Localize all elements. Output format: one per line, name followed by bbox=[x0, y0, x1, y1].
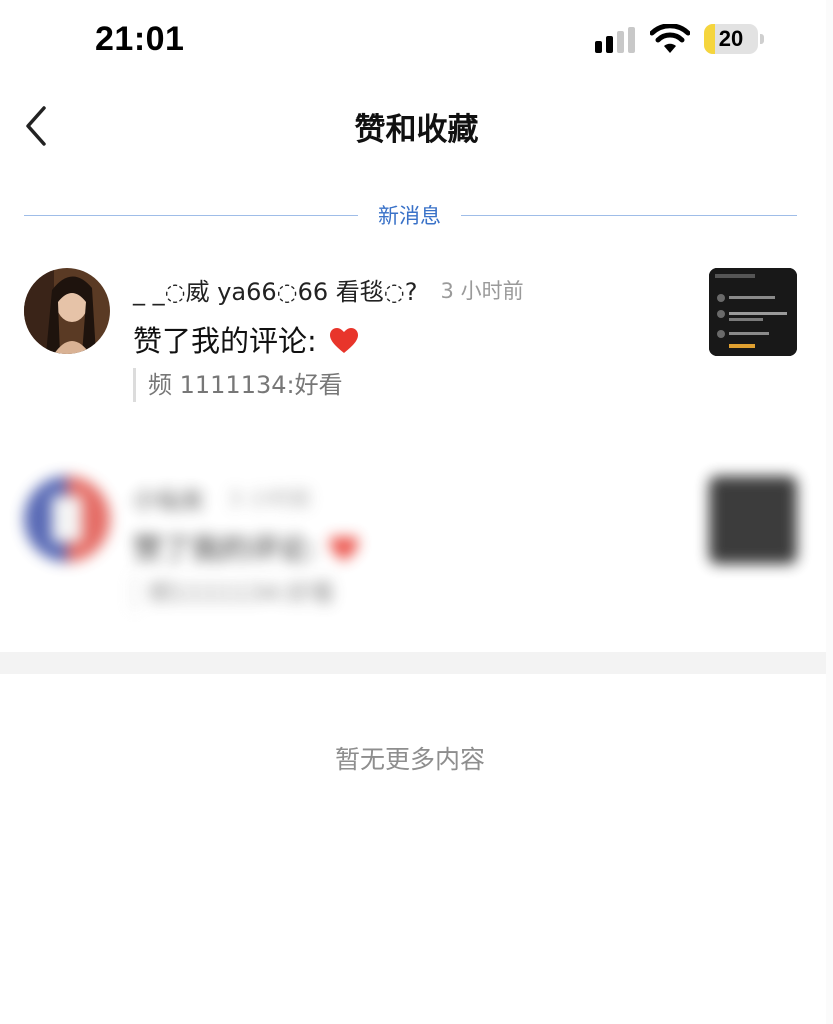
wifi-icon bbox=[650, 24, 690, 53]
content-thumbnail[interactable] bbox=[709, 476, 797, 564]
avatar-image bbox=[24, 476, 110, 562]
battery-level: 20 bbox=[718, 26, 744, 51]
notification-action: 赞了我的评论: bbox=[133, 526, 358, 568]
action-text: 赞了我的评论: bbox=[133, 532, 317, 566]
new-messages-label: 新消息 bbox=[378, 204, 441, 228]
battery-tip bbox=[760, 34, 764, 44]
notification-item[interactable]: _ _◌威 ya66◌66 看毯◌? 3 小时前 赞了我的评论: 频 11111… bbox=[0, 268, 833, 408]
username[interactable]: 小仙女 bbox=[133, 486, 205, 514]
action-text: 赞了我的评论: bbox=[133, 324, 317, 358]
username[interactable]: _ _◌威 ya66◌66 看毯◌? bbox=[133, 278, 417, 306]
section-separator bbox=[0, 652, 833, 674]
avatar-image bbox=[24, 268, 110, 354]
divider-line-right bbox=[461, 215, 797, 216]
quoted-comment: 频1111134:好看 bbox=[133, 576, 335, 610]
scroll-edge bbox=[826, 0, 833, 1024]
page-title: 赞和收藏 bbox=[354, 112, 479, 148]
thumbnail-image bbox=[709, 268, 797, 356]
avatar[interactable] bbox=[24, 268, 110, 354]
battery-body: 20 bbox=[704, 24, 758, 54]
nav-bar: 赞和收藏 bbox=[0, 84, 833, 168]
divider-line-left bbox=[24, 215, 358, 216]
timestamp: 3 小时前 bbox=[228, 486, 312, 511]
new-messages-divider: 新消息 bbox=[24, 198, 797, 234]
timestamp: 3 小时前 bbox=[440, 278, 524, 303]
quoted-comment: 频 1111134:好看 bbox=[133, 368, 343, 402]
avatar[interactable] bbox=[24, 476, 110, 562]
battery-indicator: 20 bbox=[704, 24, 764, 54]
notification-action: 赞了我的评论: bbox=[133, 318, 358, 360]
status-time: 21:01 bbox=[95, 20, 185, 58]
notification-item[interactable]: 小仙女 3 小时前 赞了我的评论: 频1111134:好看 bbox=[0, 476, 833, 616]
heart-icon bbox=[330, 328, 358, 353]
notification-header: _ _◌威 ya66◌66 看毯◌? 3 小时前 bbox=[133, 272, 524, 306]
status-bar: 21:01 20 bbox=[0, 0, 833, 80]
cellular-signal-icon bbox=[595, 27, 635, 53]
notification-header: 小仙女 3 小时前 bbox=[133, 480, 311, 514]
heart-icon bbox=[330, 536, 358, 561]
no-more-content-label: 暂无更多内容 bbox=[334, 745, 485, 774]
content-thumbnail[interactable] bbox=[709, 268, 797, 356]
